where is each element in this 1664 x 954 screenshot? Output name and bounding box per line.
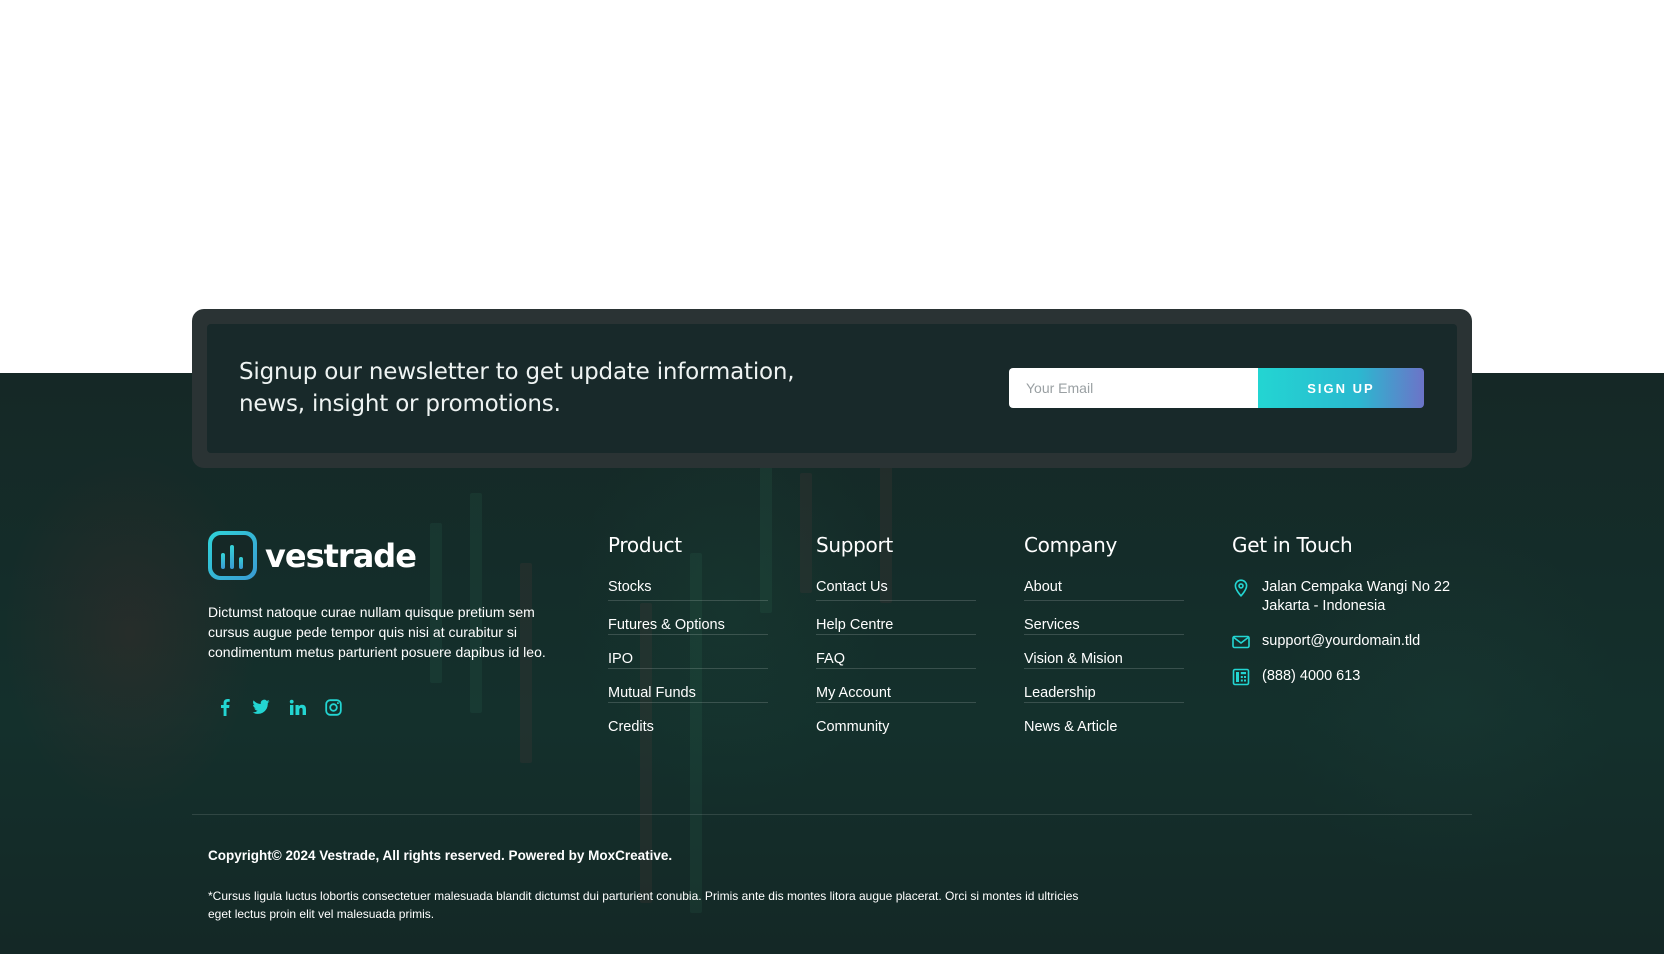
contact-phone[interactable]: (888) 4000 613 [1232, 667, 1492, 686]
signup-button[interactable]: SIGN UP [1258, 368, 1424, 408]
logo-text: vestrade [265, 536, 417, 575]
column-title: Support [816, 533, 893, 557]
facebook-icon[interactable] [216, 698, 234, 716]
decor-candle [800, 473, 812, 593]
footer-link-contact-us[interactable]: Contact Us [816, 578, 976, 601]
footer-link-credits[interactable]: Credits [608, 703, 768, 737]
footer-link-ipo[interactable]: IPO [608, 635, 768, 669]
phone-text: (888) 4000 613 [1262, 668, 1361, 684]
linkedin-icon[interactable] [288, 698, 306, 716]
link-list: About Services Vision & Mision Leadershi… [1024, 578, 1184, 737]
footer-column-product: Product Stocks Futures & Options IPO Mut… [608, 533, 768, 737]
bar-chart-logo-icon [208, 531, 257, 580]
address-line2: Jakarta - Indonesia [1262, 598, 1386, 614]
instagram-icon[interactable] [324, 698, 342, 716]
footer-link-community[interactable]: Community [816, 703, 976, 737]
footer-link-mutual-funds[interactable]: Mutual Funds [608, 669, 768, 703]
disclaimer-text: *Cursus ligula luctus lobortis consectet… [208, 889, 1079, 921]
address-line1: Jalan Cempaka Wangi No 22 [1262, 579, 1451, 595]
footer-link-futures-options[interactable]: Futures & Options [608, 601, 768, 635]
footer-link-stocks[interactable]: Stocks [608, 578, 768, 601]
logo[interactable]: vestrade [208, 531, 568, 580]
footer-link-about[interactable]: About [1024, 578, 1184, 601]
footer-link-my-account[interactable]: My Account [816, 669, 976, 703]
mail-icon [1232, 635, 1250, 649]
link-list: Contact Us Help Centre FAQ My Account Co… [816, 578, 976, 737]
newsletter-email-input[interactable] [1009, 368, 1258, 408]
footer-column-company: Company About Services Vision & Mision L… [1024, 533, 1184, 737]
copyright-text: Copyright© 2024 Vestrade, All rights res… [208, 848, 673, 863]
newsletter-form: SIGN UP [1009, 368, 1424, 408]
twitter-icon[interactable] [252, 698, 270, 716]
column-title: Company [1024, 533, 1118, 557]
footer-link-faq[interactable]: FAQ [816, 635, 976, 669]
footer-column-support: Support Contact Us Help Centre FAQ My Ac… [816, 533, 976, 737]
map-pin-icon [1234, 579, 1248, 597]
footer-link-help-centre[interactable]: Help Centre [816, 601, 976, 635]
footer-link-services[interactable]: Services [1024, 601, 1184, 635]
social-links [208, 698, 568, 716]
email-text: support@yourdomain.tld [1262, 633, 1421, 649]
footer-divider [192, 814, 1472, 815]
footer-contact: Get in Touch Jalan Cempaka Wangi No 22 J… [1232, 533, 1492, 686]
column-title: Get in Touch [1232, 533, 1353, 557]
newsletter-inner: Signup our newsletter to get update info… [207, 324, 1457, 453]
column-title: Product [608, 533, 682, 557]
footer-link-vision-mision[interactable]: Vision & Mision [1024, 635, 1184, 669]
footer-brand: vestrade Dictumst natoque curae nullam q… [208, 531, 568, 716]
brand-description: Dictumst natoque curae nullam quisque pr… [208, 604, 546, 660]
phone-icon [1232, 668, 1250, 686]
footer-link-news-article[interactable]: News & Article [1024, 703, 1184, 737]
link-list: Stocks Futures & Options IPO Mutual Fund… [608, 578, 768, 737]
footer-link-leadership[interactable]: Leadership [1024, 669, 1184, 703]
contact-email[interactable]: support@yourdomain.tld [1232, 632, 1492, 651]
newsletter-box: Signup our newsletter to get update info… [192, 309, 1472, 468]
contact-address: Jalan Cempaka Wangi No 22 Jakarta - Indo… [1232, 578, 1492, 616]
newsletter-title: Signup our newsletter to get update info… [239, 359, 795, 417]
